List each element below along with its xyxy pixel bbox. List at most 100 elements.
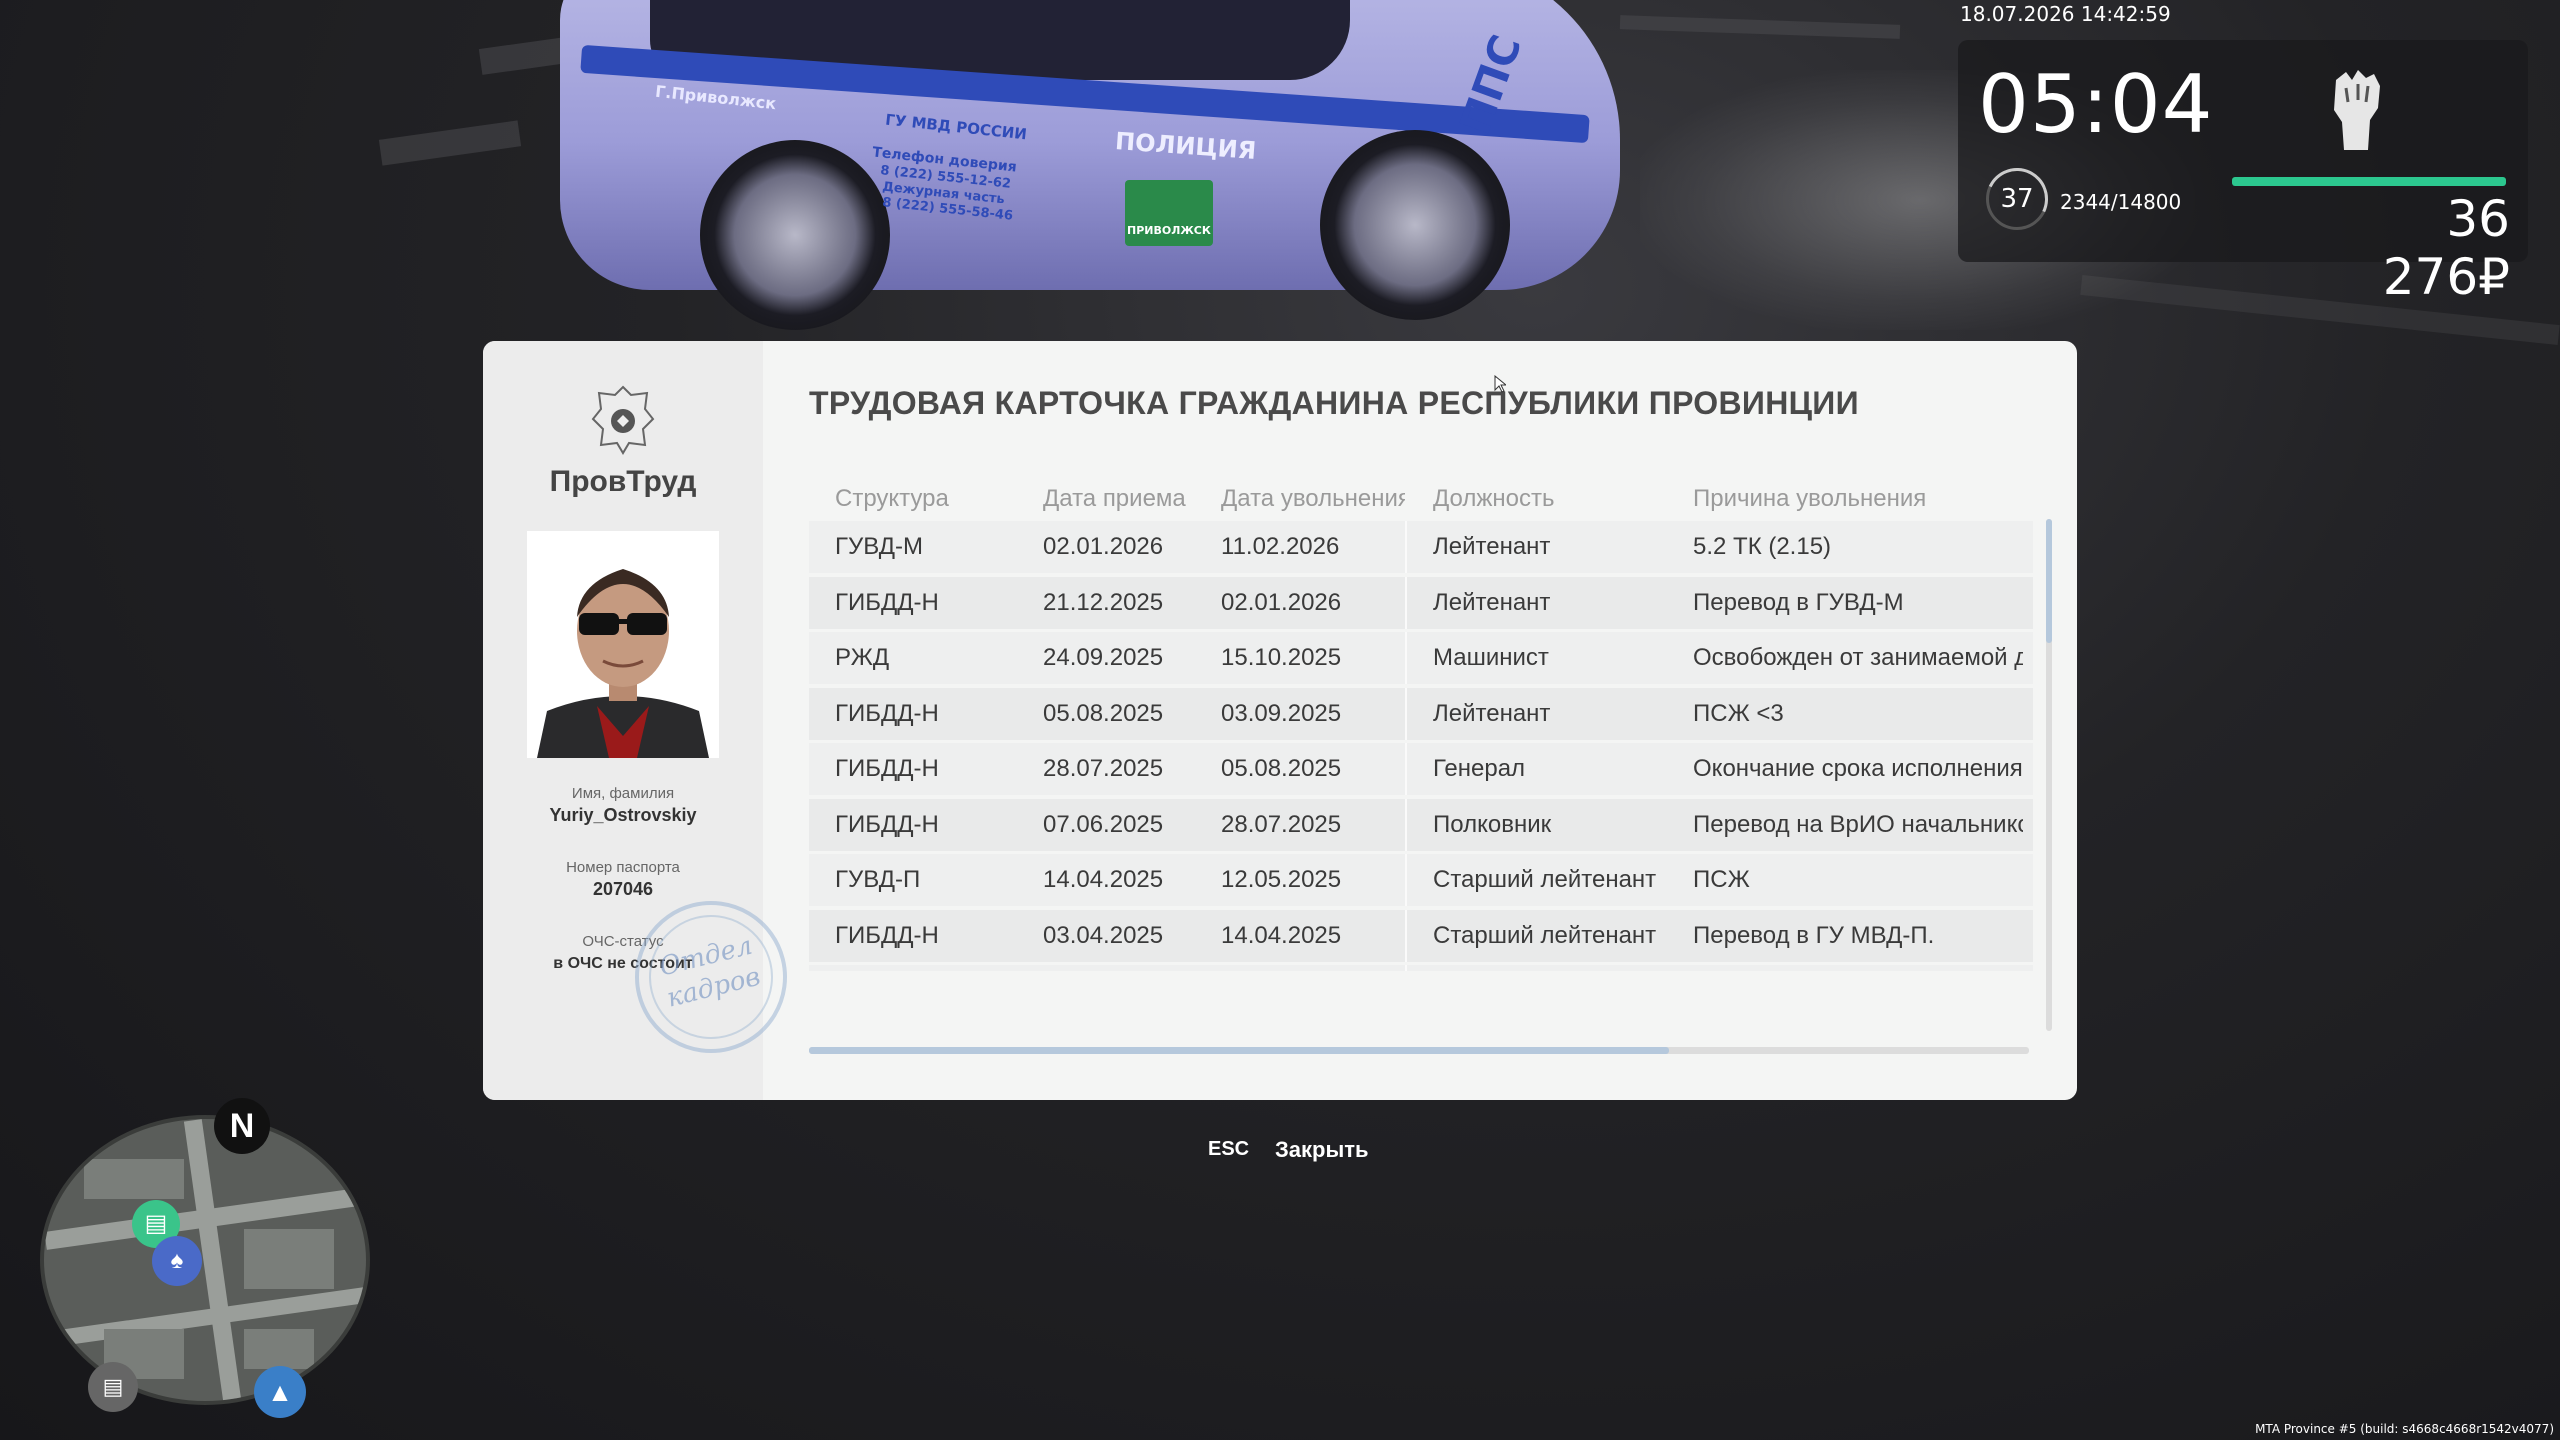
table-row[interactable]: РЖД21.02.2025Не установленоСлесарь-элект… (809, 965, 2033, 971)
cell-dismissal-date: 14.04.2025 (1221, 921, 1342, 949)
cell-structure: ГИБДД-Н (835, 921, 939, 949)
passport-value: 207046 (592, 879, 654, 899)
map-building (244, 1229, 334, 1289)
cell-position: Лейтенант (1433, 699, 1551, 727)
cell-hire-date: 24.09.2025 (1043, 644, 1164, 671)
level-value: 37 (2000, 184, 2034, 214)
cell-dismissal-reason: 5.2 ТК (2.15) (1693, 533, 1832, 560)
map-building (84, 1159, 184, 1199)
shirt-icon: ▲ (254, 1366, 306, 1418)
cell-dismissal-date: 12.05.2025 (1221, 866, 1342, 893)
col-position: Должность (1433, 485, 1555, 512)
cell-dismissal-date: 11.02.2026 (1221, 533, 1340, 560)
row-divider (1405, 798, 1407, 851)
row-divider (1405, 687, 1407, 740)
row-divider (1405, 632, 1407, 684)
cell-dismissal-date: 02.01.2026 (1221, 588, 1342, 616)
cell-dismissal-reason: Освобожден от занимаемой д (1693, 644, 2023, 671)
card-title: ТРУДОВАЯ КАРТОЧКА ГРАЖДАНИНА РЕСПУБЛИКИ … (809, 385, 1859, 421)
police-icon: ♠ (152, 1236, 202, 1286)
cell-structure: ГУВД-М (835, 533, 923, 560)
row-divider (1405, 576, 1407, 629)
vertical-scrollbar[interactable] (2046, 519, 2052, 1031)
cell-dismissal-reason: ПСЖ <3 (1693, 699, 1784, 727)
road-marking (1619, 15, 1901, 39)
avatar (527, 531, 719, 758)
table-row[interactable]: ГУВД-П 14.04.2025 12.05.2025 Старший лейтен… (809, 854, 2033, 906)
money-balance: 36 276₽ (2382, 190, 2510, 306)
row-divider (1405, 965, 1407, 971)
cell-position: Старший лейтенант (1433, 866, 1657, 893)
hud-datetime: 18.07.2026 14:42:59 (1960, 2, 2171, 26)
map-road (44, 1286, 366, 1348)
employment-table[interactable]: Структура Дата приема Дата увольнения До… (809, 481, 2033, 971)
row-divider (1405, 743, 1407, 795)
cell-position: Лейтенант (1433, 533, 1551, 560)
cell-hire-date: 03.04.2025 (1043, 921, 1164, 949)
horizontal-scroll-thumb[interactable] (809, 1047, 1669, 1054)
hud-clock: 05:04 (1978, 58, 2214, 151)
atm-icon: ▤ (88, 1362, 138, 1412)
table-row[interactable]: РЖД 24.09.2025 15.10.2025 Машинист Освобожде… (809, 632, 2033, 684)
table-row[interactable]: ГУВД-М 02.01.2026 11.02.2026 Лейтенант 5.2 Т… (809, 521, 2033, 573)
table-row[interactable]: ГИБДД-Н 07.06.2025 28.07.2025 Полковник Пере… (809, 798, 2033, 851)
name-value: Yuriy_Ostrovskiy (549, 805, 697, 825)
car-emblem: ПРИВОЛЖСК (1125, 180, 1213, 246)
car-wheel-rear (700, 140, 890, 330)
vertical-scroll-thumb[interactable] (2046, 519, 2052, 643)
table-header: Структура Дата приема Дата увольнения До… (809, 481, 2033, 521)
cell-position: Старший лейтенант (1433, 921, 1657, 949)
esc-key-hint: ESC (1208, 1138, 1250, 1160)
row-divider (1405, 521, 1407, 573)
citizen-photo (527, 531, 719, 758)
cell-hire-date: 07.06.2025 (1043, 810, 1164, 838)
road-marking (378, 120, 522, 166)
hr-stamp: Отдел кадров (618, 884, 804, 1070)
horizontal-scrollbar[interactable] (809, 1047, 2029, 1054)
work-card: ПровТруд Имя, фамилия Yuriy_Ostrovskiy Н… (483, 341, 2077, 1100)
col-structure: Структура (835, 485, 949, 512)
cell-dismissal-reason: Перевод в ГУ МВД-П. (1693, 921, 1935, 949)
xp-counter: 2344/14800 (2060, 190, 2182, 214)
build-info: MTA Province #5 (build: s4668c4668r1542v… (2255, 1422, 2554, 1436)
minimap[interactable] (40, 1115, 370, 1405)
cell-structure: РЖД (835, 644, 890, 671)
close-button[interactable]: Закрыть (1275, 1137, 1369, 1163)
cell-hire-date: 28.07.2025 (1043, 755, 1164, 782)
table-row[interactable]: ГИБДД-Н 28.07.2025 05.08.2025 Генерал Оконча… (809, 743, 2033, 795)
cell-hire-date: 21.12.2025 (1043, 588, 1164, 616)
brand-title: ПровТруд (549, 465, 697, 498)
table-row[interactable]: ГИБДД-Н 05.08.2025 03.09.2025 Лейтенант ПСЖ … (809, 687, 2033, 740)
cell-hire-date: 05.08.2025 (1043, 699, 1164, 727)
cell-dismissal-date: 15.10.2025 (1221, 644, 1342, 671)
name-label: Имя, фамилия (571, 785, 675, 802)
col-dismissal-date: Дата увольнения (1221, 485, 1405, 512)
table-row[interactable]: ГИБДД-Н 03.04.2025 14.04.2025 Старший лейте… (809, 909, 2033, 962)
col-hire-date: Дата приема (1043, 485, 1186, 512)
cell-position: Полковник (1433, 810, 1552, 838)
cell-structure: ГУВД-П (835, 866, 921, 893)
cell-structure: ГИБДД-Н (835, 699, 939, 727)
cell-position: Машинист (1433, 644, 1549, 671)
car-wheel-front (1320, 130, 1510, 320)
cell-position: Генерал (1433, 755, 1526, 782)
cell-dismissal-date: 05.08.2025 (1221, 755, 1342, 782)
health-bar (2232, 177, 2506, 186)
emblem-icon (591, 385, 655, 455)
row-divider (1405, 854, 1407, 906)
col-dismissal-reason: Причина увольнения (1693, 485, 1927, 512)
police-car: Г.Приволжск ГУ МВД РОССИИ Телефон довери… (560, 0, 1630, 330)
fist-icon (2334, 70, 2380, 150)
cell-dismissal-date: 28.07.2025 (1221, 810, 1342, 838)
map-building (244, 1329, 314, 1369)
passport-label: Номер паспорта (566, 859, 680, 876)
cell-structure: ГИБДД-Н (835, 588, 939, 616)
cell-structure: ГИБДД-Н (835, 810, 939, 838)
cell-dismissal-date: 03.09.2025 (1221, 699, 1342, 727)
compass-north: N (214, 1098, 270, 1154)
cell-structure: ГИБДД-Н (835, 755, 939, 782)
table-row[interactable]: ГИБДД-Н 21.12.2025 02.01.2026 Лейтенант Пере… (809, 576, 2033, 629)
cell-dismissal-reason: ПСЖ (1693, 866, 1750, 893)
card-sidebar: ПровТруд Имя, фамилия Yuriy_Ostrovskiy Н… (483, 341, 804, 1100)
cursor-icon (1494, 375, 1506, 393)
